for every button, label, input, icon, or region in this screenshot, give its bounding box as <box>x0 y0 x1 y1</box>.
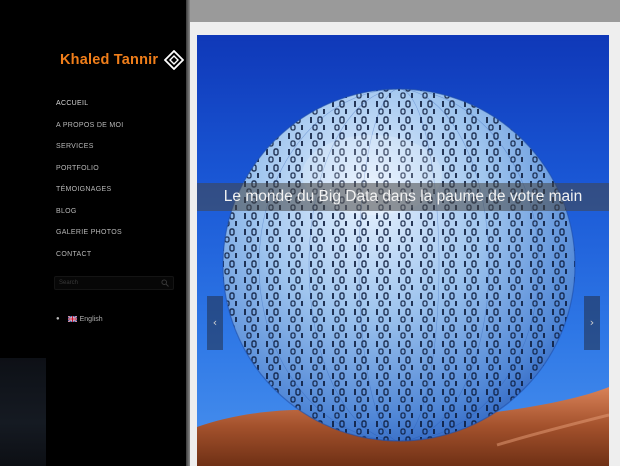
search-input[interactable]: Search <box>54 276 174 290</box>
site-logo[interactable]: Khaled Tannir <box>60 48 185 72</box>
nav-item-temoignages[interactable]: TÉMOIGNAGES <box>56 184 124 206</box>
top-bar <box>190 0 620 22</box>
nav-item-blog[interactable]: BLOG <box>56 206 124 228</box>
uk-flag-icon <box>67 316 77 322</box>
hero-slider: Le monde du Big Data dans la paume de vo… <box>197 35 609 466</box>
chevron-left-icon[interactable]: ‹ <box>207 296 223 350</box>
diamond-logo-icon <box>164 50 185 70</box>
sidebar: Khaled Tannir ACCUEIL A PROPOS DE MOI SE… <box>0 0 186 466</box>
search-icon[interactable] <box>161 279 169 287</box>
nav-item-services[interactable]: SERVICES <box>56 141 124 163</box>
sidebar-background-shade <box>0 358 46 466</box>
nav-item-portfolio[interactable]: PORTFOLIO <box>56 163 124 185</box>
logo-text: Khaled Tannir <box>60 52 159 68</box>
nav-item-contact[interactable]: CONTACT <box>56 249 124 271</box>
chevron-right-icon[interactable]: › <box>584 296 600 350</box>
slide-caption: Le monde du Big Data dans la paume de vo… <box>223 188 583 205</box>
main-nav: ACCUEIL A PROPOS DE MOI SERVICES PORTFOL… <box>56 98 124 270</box>
language-switcher[interactable]: ● English <box>56 314 103 324</box>
nav-item-accueil[interactable]: ACCUEIL <box>56 98 124 120</box>
sidebar-edge-divider <box>186 0 190 466</box>
list-bullet: ● <box>56 316 60 322</box>
slide-image-big-data-globe <box>197 88 609 466</box>
nav-item-a-propos[interactable]: A PROPOS DE MOI <box>56 120 124 142</box>
language-label: English <box>79 315 103 323</box>
nav-item-galerie-photos[interactable]: GALERIE PHOTOS <box>56 227 124 249</box>
